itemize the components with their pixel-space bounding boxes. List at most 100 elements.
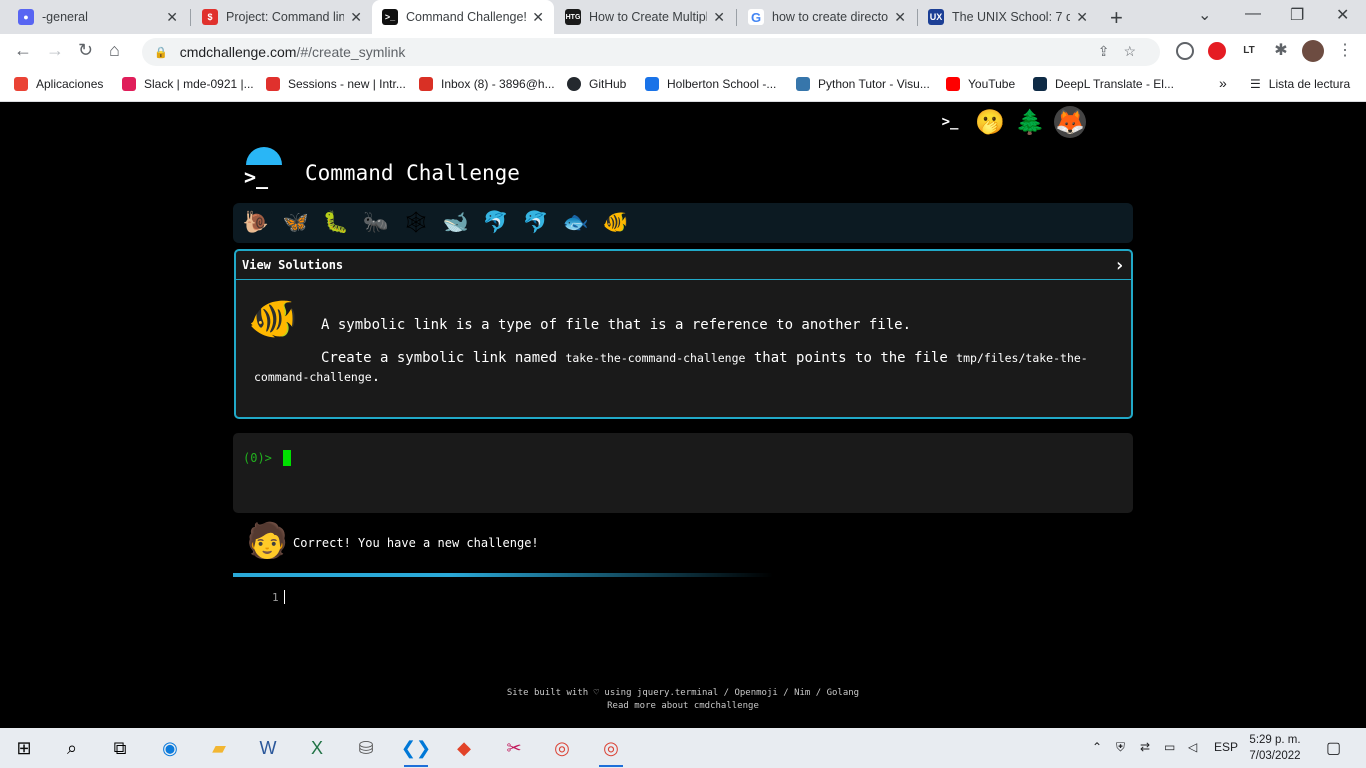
reading-list-button[interactable]: ☰ Lista de lectura	[1250, 77, 1350, 91]
bookmark-sessions[interactable]: Sessions - new | Intr...	[266, 77, 406, 91]
bookmark-gmail[interactable]: Inbox (8) - 3896@h...	[419, 77, 555, 91]
chevron-right-icon: ›	[1114, 254, 1125, 276]
tab-title: Project: Command lin	[226, 10, 345, 24]
url-path: /#/create_symlink	[296, 44, 406, 60]
app-icon[interactable]: ◆	[450, 734, 478, 762]
holberton-icon: $	[202, 9, 218, 25]
menu-icon[interactable]: ⋮	[1336, 42, 1354, 60]
forward-icon[interactable]: →	[46, 40, 64, 61]
security-icon[interactable]: ⛨	[1116, 740, 1125, 755]
bookmark-label: Python Tutor - Visu...	[818, 77, 930, 91]
language-indicator[interactable]: ESP	[1214, 740, 1238, 754]
minimize-button[interactable]: —	[1245, 5, 1261, 23]
bookmark-deepl[interactable]: DeepL Translate - El...	[1033, 77, 1174, 91]
network-app-icon[interactable]: ⛁	[352, 734, 380, 762]
sync-icon[interactable]: ⇄	[1140, 740, 1150, 754]
word-icon[interactable]: W	[254, 734, 282, 762]
bookmark-label: Inbox (8) - 3896@h...	[441, 77, 555, 91]
tab-project[interactable]: $ Project: Command lin ✕	[192, 0, 372, 34]
terminal-input[interactable]: (0)>	[233, 433, 1133, 513]
windows-taskbar: ⊞ ⌕ ⧉ ◉ ▰ W X ⛁ ❮❯ ◆ ✂ ◎ ◎ ⌃ ⛨ ⇄ ▭ ◁ ESP…	[0, 728, 1366, 768]
bookmark-youtube[interactable]: YouTube	[946, 77, 1015, 91]
search-icon[interactable]: ⌕	[58, 734, 86, 762]
python-icon	[796, 77, 810, 91]
snipping-tool-icon[interactable]: ✂	[500, 734, 528, 762]
dolphin-icon[interactable]: 🐬	[521, 208, 551, 238]
vscode-icon[interactable]: ❮❯	[401, 734, 431, 767]
close-icon[interactable]: ✕	[350, 9, 362, 26]
gitlab-icon[interactable]: 🦊	[1054, 106, 1086, 138]
view-solutions-header[interactable]: View Solutions ›	[236, 251, 1131, 280]
face-icon[interactable]: 🫢	[974, 106, 1006, 138]
footer-read-more-link[interactable]: Read more about cmdchallenge	[0, 701, 1366, 711]
ant-icon[interactable]: 🐜	[361, 208, 391, 238]
tree-icon[interactable]: 🌲	[1014, 106, 1046, 138]
edge-icon[interactable]: ◉	[156, 734, 184, 762]
person-avatar-icon: 🧑	[246, 522, 289, 560]
block-extension-icon[interactable]	[1176, 42, 1194, 60]
editor-cursor[interactable]	[284, 590, 285, 604]
chrome-icon[interactable]: ◎	[548, 734, 576, 762]
fish-icon[interactable]: 🐟	[561, 208, 591, 238]
snail-icon[interactable]: 🐌	[241, 208, 271, 238]
bookmark-slack[interactable]: Slack | mde-0921 |...	[122, 77, 254, 91]
profile-avatar[interactable]	[1302, 40, 1324, 62]
home-icon[interactable]: ⌂	[109, 40, 120, 61]
site-logo[interactable]: >_	[240, 147, 286, 191]
close-icon[interactable]: ✕	[1076, 9, 1088, 26]
share-star-icons[interactable]: ⇪☆	[1098, 43, 1150, 60]
feedback-message: Correct! You have a new challenge!	[293, 536, 539, 550]
deepl-icon	[1033, 77, 1047, 91]
bookmark-holberton[interactable]: Holberton School -...	[645, 77, 776, 91]
close-window-button[interactable]: ✕	[1336, 5, 1349, 25]
close-icon[interactable]: ✕	[894, 9, 906, 26]
adblock-extension-icon[interactable]	[1208, 42, 1226, 60]
tab-title: how to create director	[772, 10, 889, 24]
file-explorer-icon[interactable]: ▰	[205, 734, 233, 762]
new-tab-button[interactable]: +	[1110, 5, 1123, 31]
back-icon[interactable]: ←	[14, 40, 32, 61]
tab-unix-school[interactable]: UX The UNIX School: 7 dif ✕	[918, 0, 1098, 34]
tab-search-icon[interactable]: ⌄	[1198, 5, 1211, 25]
web-icon[interactable]: 🕸	[401, 208, 431, 238]
clock[interactable]: 5:29 p. m. 7/03/2022	[1240, 732, 1310, 764]
close-icon[interactable]: ✕	[713, 9, 725, 26]
tab-command-challenge[interactable]: >_ Command Challenge! ✕	[372, 0, 554, 34]
volume-icon[interactable]: ◁	[1188, 740, 1197, 754]
mail-icon[interactable]: ✉	[1094, 106, 1126, 138]
dolphin-icon[interactable]: 🐬	[481, 208, 511, 238]
caterpillar-icon[interactable]: 🐛	[321, 208, 351, 238]
excel-icon[interactable]: X	[303, 734, 331, 762]
tab-htg[interactable]: HTG How to Create Multipl ✕	[555, 0, 735, 34]
notification-icon[interactable]: ▢	[1326, 738, 1341, 758]
discord-icon: ●	[18, 9, 34, 25]
chevron-up-icon[interactable]: ⌃	[1092, 740, 1102, 754]
restore-button[interactable]: ❐	[1290, 5, 1304, 25]
footer-credits[interactable]: Site built with ♡ using jquery.terminal …	[0, 688, 1366, 698]
network-icon[interactable]: ▭	[1164, 740, 1175, 754]
whale-icon[interactable]: 🐋	[441, 208, 471, 238]
address-bar[interactable]: 🔒 cmdchallenge.com /#/create_symlink ⇪☆	[142, 38, 1160, 66]
close-icon[interactable]: ✕	[166, 9, 178, 26]
tab-google[interactable]: G how to create director ✕	[738, 0, 916, 34]
butterfly-icon[interactable]: 🦋	[281, 208, 311, 238]
more-bookmarks-button[interactable]: »	[1219, 75, 1227, 91]
bookmark-github[interactable]: GitHub	[567, 77, 626, 91]
reload-icon[interactable]: ↻	[78, 40, 93, 61]
page-content: >_ 🫢 🌲 🦊 ✉ >_ Command Challenge 🐌 🦋 🐛 🐜 …	[0, 103, 1366, 728]
bookmark-python-tutor[interactable]: Python Tutor - Visu...	[796, 77, 930, 91]
github-icon	[567, 77, 581, 91]
lt-extension-icon[interactable]: LT	[1240, 42, 1258, 60]
tab-discord[interactable]: ● -general ✕	[8, 0, 188, 34]
chrome-profile-icon[interactable]: ◎	[597, 734, 625, 767]
windows-start-icon[interactable]: ⊞	[10, 734, 38, 762]
puzzle-icon[interactable]: ✱	[1272, 42, 1290, 60]
task-view-icon[interactable]: ⧉	[106, 734, 134, 762]
close-icon[interactable]: ✕	[532, 9, 544, 26]
bookmark-apps[interactable]: Aplicaciones	[14, 77, 103, 91]
bookmark-label: Slack | mde-0921 |...	[144, 77, 254, 91]
terminal-icon[interactable]: >_	[934, 106, 966, 138]
editor-line-number: 1	[272, 591, 279, 604]
tropical-fish-icon[interactable]: 🐠	[601, 208, 631, 238]
slack-icon	[122, 77, 136, 91]
